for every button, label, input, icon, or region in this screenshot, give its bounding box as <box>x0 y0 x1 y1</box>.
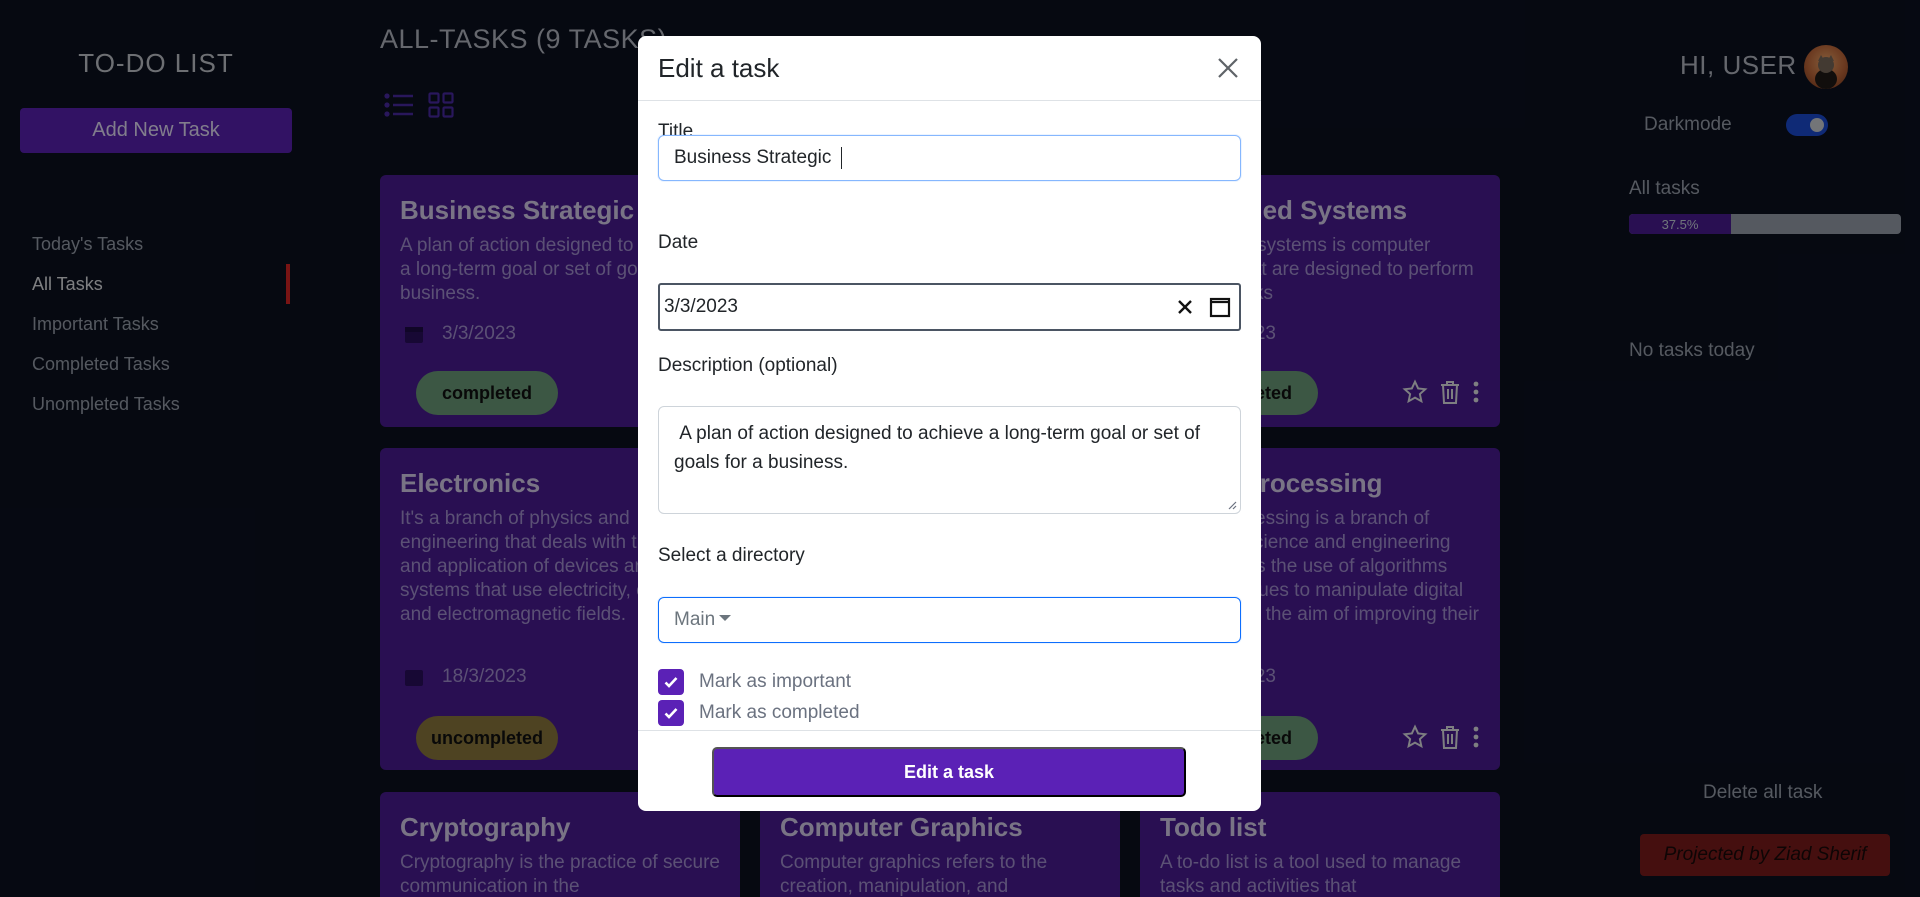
close-icon <box>1218 58 1238 78</box>
date-input-value: 3/3/2023 <box>664 296 738 317</box>
date-input[interactable]: 3/3/2023 <box>658 283 1241 331</box>
title-input-value: Business Strategic <box>674 147 837 168</box>
check-icon <box>664 708 678 719</box>
completed-checkbox[interactable] <box>658 700 684 726</box>
text-caret <box>840 147 843 169</box>
title-input[interactable]: Business Strategic <box>658 135 1241 181</box>
important-checkbox[interactable] <box>658 669 684 695</box>
description-value: A plan of action designed to achieve a l… <box>674 423 1206 473</box>
important-checkbox-row[interactable]: Mark as important <box>658 669 851 695</box>
chevron-down-icon <box>719 615 732 621</box>
edit-task-modal: Edit a task Title Business Strategic Dat… <box>638 36 1261 811</box>
description-textarea[interactable]: A plan of action designed to achieve a l… <box>658 406 1241 514</box>
important-label: Mark as important <box>699 671 852 692</box>
clear-date-icon[interactable] <box>1177 299 1193 315</box>
directory-label: Select a directory <box>658 545 805 566</box>
modal-title: Edit a task <box>658 52 780 83</box>
date-label: Date <box>658 232 699 253</box>
completed-checkbox-row[interactable]: Mark as completed <box>658 700 860 726</box>
check-icon <box>664 677 678 688</box>
modal-header: Edit a task <box>638 36 1261 101</box>
close-button[interactable] <box>1213 53 1243 83</box>
date-controls <box>1177 296 1231 318</box>
resize-handle-icon[interactable] <box>1227 500 1237 510</box>
directory-select[interactable]: Main <box>658 597 1241 643</box>
calendar-icon[interactable] <box>1209 296 1231 318</box>
completed-label: Mark as completed <box>699 702 860 723</box>
description-label: Description (optional) <box>658 355 838 376</box>
directory-select-value: Main <box>674 609 716 630</box>
modal-footer: Edit a task <box>638 730 1261 811</box>
edit-task-submit-button[interactable]: Edit a task <box>712 747 1186 797</box>
